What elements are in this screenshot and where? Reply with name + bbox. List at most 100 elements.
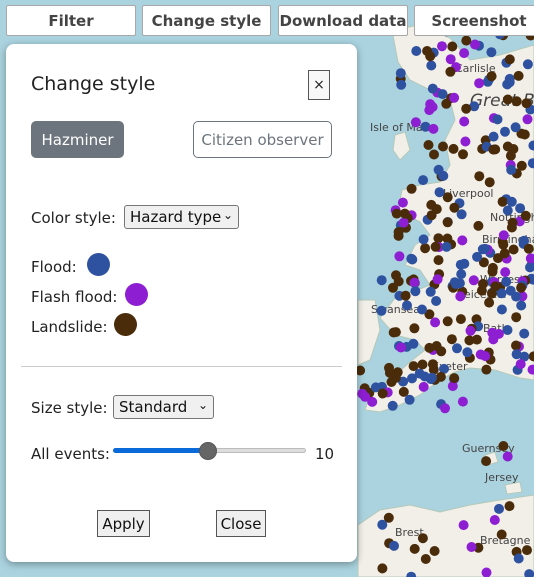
- event-point[interactable]: [408, 338, 419, 349]
- event-point[interactable]: [519, 328, 530, 339]
- event-point[interactable]: [441, 241, 452, 252]
- event-point[interactable]: [468, 275, 479, 286]
- event-point[interactable]: [522, 114, 533, 125]
- event-point[interactable]: [487, 288, 497, 299]
- event-point[interactable]: [407, 254, 418, 265]
- event-point[interactable]: [409, 323, 420, 334]
- event-point[interactable]: [389, 540, 399, 551]
- event-point[interactable]: [394, 251, 405, 262]
- event-point[interactable]: [409, 543, 420, 554]
- event-point[interactable]: [461, 103, 472, 114]
- event-point[interactable]: [501, 276, 512, 287]
- event-point[interactable]: [423, 140, 434, 150]
- event-point[interactable]: [508, 244, 519, 255]
- event-point[interactable]: [456, 269, 467, 280]
- event-point[interactable]: [377, 563, 388, 574]
- event-point[interactable]: [454, 278, 465, 289]
- event-point[interactable]: [433, 255, 444, 266]
- event-point[interactable]: [376, 305, 387, 316]
- event-point[interactable]: [519, 129, 530, 140]
- event-point[interactable]: [393, 276, 404, 287]
- event-point[interactable]: [449, 373, 460, 384]
- event-point[interactable]: [406, 183, 417, 194]
- event-point[interactable]: [494, 503, 504, 514]
- event-point[interactable]: [500, 267, 511, 278]
- event-point[interactable]: [464, 335, 475, 346]
- event-point[interactable]: [445, 54, 456, 65]
- hazminer-preset-button[interactable]: Hazminer: [31, 121, 124, 158]
- event-point[interactable]: [516, 300, 527, 311]
- event-point[interactable]: [446, 334, 457, 345]
- event-point[interactable]: [474, 78, 485, 89]
- event-point[interactable]: [455, 259, 466, 270]
- event-point[interactable]: [523, 243, 534, 254]
- size-style-select[interactable]: Standard ⌄: [113, 395, 214, 419]
- event-point[interactable]: [470, 39, 480, 50]
- event-point[interactable]: [455, 314, 466, 325]
- event-point[interactable]: [498, 239, 509, 250]
- apply-button[interactable]: Apply: [97, 510, 150, 537]
- event-point[interactable]: [499, 248, 510, 259]
- event-point[interactable]: [478, 278, 488, 289]
- event-point[interactable]: [424, 105, 435, 116]
- event-point[interactable]: [440, 403, 450, 414]
- event-point[interactable]: [442, 316, 453, 327]
- event-point[interactable]: [386, 377, 397, 387]
- event-point[interactable]: [513, 70, 524, 81]
- event-point[interactable]: [407, 373, 417, 384]
- event-point[interactable]: [506, 196, 517, 207]
- event-point[interactable]: [449, 92, 460, 103]
- event-point[interactable]: [498, 230, 509, 241]
- event-point[interactable]: [466, 542, 477, 552]
- event-point[interactable]: [487, 262, 498, 273]
- event-point[interactable]: [515, 359, 526, 370]
- event-point[interactable]: [511, 291, 522, 302]
- event-point[interactable]: [447, 41, 458, 52]
- event-point[interactable]: [492, 114, 503, 125]
- event-point[interactable]: [418, 175, 429, 186]
- event-point[interactable]: [484, 177, 495, 188]
- event-point[interactable]: [459, 116, 470, 127]
- filter-button[interactable]: Filter: [6, 5, 136, 36]
- event-point[interactable]: [432, 274, 443, 285]
- event-point[interactable]: [436, 346, 447, 357]
- close-button[interactable]: Close: [216, 510, 266, 537]
- event-point[interactable]: [504, 501, 515, 512]
- event-point[interactable]: [387, 400, 398, 411]
- event-point[interactable]: [400, 290, 411, 301]
- event-point[interactable]: [429, 149, 439, 160]
- event-point[interactable]: [477, 244, 488, 255]
- event-point[interactable]: [377, 388, 388, 399]
- event-point[interactable]: [402, 300, 412, 311]
- event-point[interactable]: [417, 359, 428, 370]
- event-point[interactable]: [502, 451, 513, 462]
- event-point[interactable]: [437, 41, 447, 52]
- color-style-select[interactable]: Hazard type ⌄: [124, 205, 239, 229]
- event-point[interactable]: [481, 364, 492, 375]
- event-point[interactable]: [458, 149, 468, 160]
- event-point[interactable]: [424, 342, 435, 353]
- event-point[interactable]: [396, 79, 407, 90]
- event-point[interactable]: [393, 227, 404, 237]
- event-point[interactable]: [522, 59, 533, 70]
- event-point[interactable]: [473, 220, 484, 231]
- event-point[interactable]: [484, 297, 495, 308]
- event-point[interactable]: [506, 164, 517, 175]
- event-point[interactable]: [430, 317, 441, 328]
- event-point[interactable]: [502, 141, 513, 152]
- event-point[interactable]: [520, 210, 531, 221]
- event-point[interactable]: [456, 209, 467, 220]
- event-point[interactable]: [488, 144, 499, 155]
- event-point[interactable]: [516, 160, 527, 171]
- event-point[interactable]: [431, 204, 442, 215]
- event-point[interactable]: [486, 71, 497, 82]
- screenshot-button[interactable]: Screenshot: [414, 5, 534, 36]
- event-point[interactable]: [502, 94, 513, 105]
- event-point[interactable]: [445, 66, 456, 77]
- event-point[interactable]: [396, 342, 406, 353]
- event-point[interactable]: [488, 131, 499, 142]
- event-point[interactable]: [489, 515, 500, 525]
- event-point[interactable]: [497, 196, 508, 207]
- event-point[interactable]: [409, 277, 420, 288]
- event-point[interactable]: [474, 171, 485, 182]
